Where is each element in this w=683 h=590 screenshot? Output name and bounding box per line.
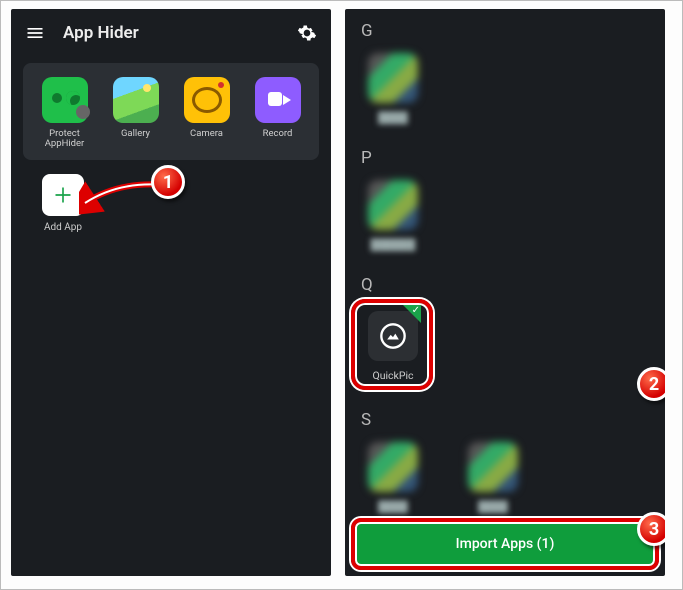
quickpic-item[interactable]: QuickPic: [357, 307, 429, 386]
import-apps-label: Import Apps (1): [456, 536, 555, 552]
builtin-apps-card: Protect AppHider Gallery Camera Record: [23, 63, 319, 160]
app-name-blurred: ████: [357, 500, 429, 513]
record-label: Record: [244, 129, 312, 139]
camera-item[interactable]: Camera: [173, 77, 241, 150]
list-item[interactable]: ████: [457, 442, 529, 513]
section-g: G ████: [345, 9, 665, 136]
protect-apphider-label: Protect AppHider: [31, 129, 99, 150]
app-name-blurred: ████: [457, 500, 529, 513]
list-item[interactable]: ██████: [357, 180, 429, 251]
callout-3: 3: [637, 512, 665, 546]
gallery-label: Gallery: [102, 129, 170, 139]
record-icon: [255, 77, 301, 123]
list-item[interactable]: ████: [357, 442, 429, 513]
record-item[interactable]: Record: [244, 77, 312, 150]
section-q: Q QuickPic: [345, 263, 665, 398]
plus-icon: [42, 174, 84, 216]
topbar: App Hider: [11, 9, 331, 57]
app-icon-blurred: [368, 53, 418, 103]
section-header-g: G: [345, 13, 665, 45]
selected-check-icon: [403, 305, 421, 323]
menu-icon[interactable]: [25, 23, 45, 43]
add-app-label: Add App: [29, 222, 97, 233]
list-item[interactable]: ████: [357, 53, 429, 124]
app-icon-blurred: [368, 442, 418, 492]
protect-apphider-icon: [42, 77, 88, 123]
callout-2: 2: [637, 367, 665, 401]
section-p: P ██████: [345, 136, 665, 263]
app-title: App Hider: [63, 23, 297, 43]
gear-icon[interactable]: [297, 23, 317, 43]
gallery-icon: [113, 77, 159, 123]
app-icon-blurred: [368, 180, 418, 230]
camera-icon: [184, 77, 230, 123]
app-name-blurred: ██████: [357, 238, 429, 251]
gallery-item[interactable]: Gallery: [102, 77, 170, 150]
app-name-blurred: ████: [357, 111, 429, 124]
import-apps-button[interactable]: Import Apps (1): [355, 522, 655, 566]
section-header-q: Q: [345, 267, 665, 299]
callout-1: 1: [151, 165, 185, 199]
quickpic-label: QuickPic: [359, 369, 427, 382]
section-header-s: S: [345, 402, 665, 434]
apphider-home-screen: App Hider Protect AppHider Gallery Camer…: [11, 9, 331, 576]
app-icon-blurred: [468, 442, 518, 492]
section-s: S ████ ████: [345, 398, 665, 525]
camera-label: Camera: [173, 129, 241, 139]
section-header-p: P: [345, 140, 665, 172]
protect-apphider-item[interactable]: Protect AppHider: [31, 77, 99, 150]
app-picker-screen: G ████ P ██████ Q: [345, 9, 665, 576]
add-app-item[interactable]: Add App: [29, 174, 97, 233]
